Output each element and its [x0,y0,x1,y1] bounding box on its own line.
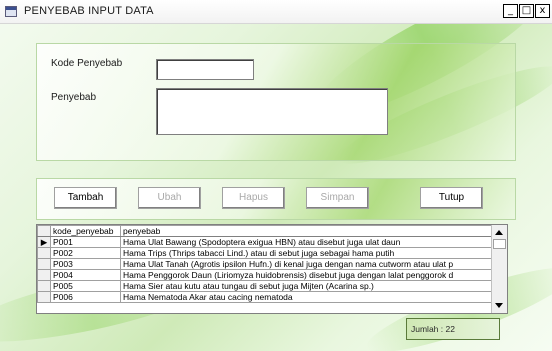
window-controls: _ □ x [503,4,550,18]
app-icon [5,6,17,17]
main-window: PENYEBAB INPUT DATA _ □ x Kode Penyebab … [0,0,552,351]
scroll-thumb[interactable] [493,239,506,249]
minimize-button[interactable]: _ [503,4,518,18]
kode-penyebab-label: Kode Penyebab [51,58,123,69]
cell-kode-penyebab[interactable]: P004 [50,269,121,281]
ubah-button[interactable]: Ubah [138,187,201,209]
row-selector[interactable]: ▶ [37,236,51,248]
cell-penyebab[interactable]: Hama Sier atau kutu atau tungau di sebut… [120,280,493,292]
cell-penyebab[interactable]: Hama Ulat Tanah (Agrotis ipsilon Hufn.) … [120,258,493,270]
table-row[interactable]: P004 Hama Penggorok Daun (Liriomyza huido… [37,269,493,281]
table-row[interactable]: P002 Hama Trips (Thrips tabacci Lind.) at… [37,247,493,259]
cell-penyebab[interactable]: Hama Nematoda Akar atau cacing nematoda [120,291,493,303]
column-header-kode-penyebab[interactable]: kode_penyebab [50,225,121,237]
tambah-button[interactable]: Tambah [54,187,117,209]
grid-header-row: kode_penyebab penyebab [37,225,493,237]
row-selector[interactable] [37,269,51,281]
penyebab-label: Penyebab [51,92,97,103]
cell-kode-penyebab[interactable]: P003 [50,258,121,270]
row-selector[interactable] [37,247,51,259]
column-header-penyebab[interactable]: penyebab [120,225,493,237]
cell-penyebab[interactable]: Hama Trips (Thrips tabacci Lind.) atau d… [120,247,493,259]
jumlah-status-box: Jumlah : 22 [406,318,500,340]
scroll-up-icon[interactable] [495,230,503,235]
row-selector[interactable] [37,291,51,303]
maximize-button[interactable]: □ [519,4,534,18]
cell-kode-penyebab[interactable]: P002 [50,247,121,259]
title-bar[interactable]: PENYEBAB INPUT DATA _ □ x [0,0,552,24]
data-grid[interactable]: kode_penyebab penyebab ▶ P001 Hama Ulat Ba… [36,224,508,314]
window-title: PENYEBAB INPUT DATA [24,5,154,17]
jumlah-label: Jumlah : 22 [411,324,455,334]
row-selector[interactable] [37,280,51,292]
row-selector[interactable] [37,258,51,270]
cell-kode-penyebab[interactable]: P001 [50,236,121,248]
table-row[interactable]: P003 Hama Ulat Tanah (Agrotis ipsilon Huf… [37,258,493,270]
table-row[interactable]: ▶ P001 Hama Ulat Bawang (Spodoptera exigua… [37,236,493,248]
scroll-down-icon[interactable] [495,303,503,308]
kode-penyebab-input[interactable] [156,59,254,80]
cell-kode-penyebab[interactable]: P006 [50,291,121,303]
vertical-scrollbar[interactable] [491,225,507,313]
table-row[interactable]: P006 Hama Nematoda Akar atau cacing nemat… [37,291,493,303]
cell-kode-penyebab[interactable]: P005 [50,280,121,292]
table-row[interactable]: P005 Hama Sier atau kutu atau tungau di s… [37,280,493,292]
tutup-button[interactable]: Tutup [420,187,483,209]
close-button[interactable]: x [535,4,550,18]
row-selector-header [37,225,51,237]
cell-penyebab[interactable]: Hama Penggorok Daun (Liriomyza huidobren… [120,269,493,281]
hapus-button[interactable]: Hapus [222,187,285,209]
simpan-button[interactable]: Simpan [306,187,369,209]
grid-table: kode_penyebab penyebab ▶ P001 Hama Ulat Ba… [37,225,493,303]
penyebab-textarea[interactable] [156,88,388,135]
cell-penyebab[interactable]: Hama Ulat Bawang (Spodoptera exigua HBN)… [120,236,493,248]
